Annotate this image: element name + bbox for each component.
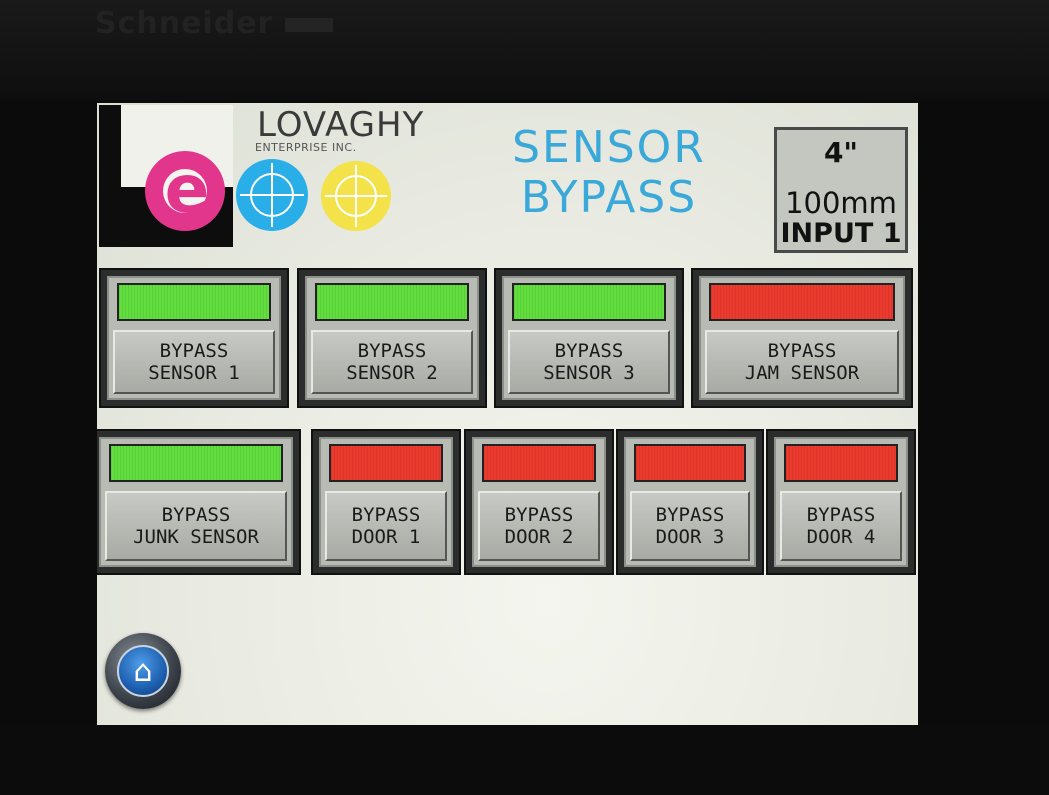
logo-blue-circle [236,159,308,231]
device-brand: Schneider [95,6,274,41]
size-info-box: 4" 100mm INPUT 1 [774,127,908,253]
device-bezel-top: Schneider [0,0,1049,100]
bypass-door-2-button[interactable]: BYPASS DOOR 2 [478,491,600,561]
page-title-line1: SENSOR [512,122,706,173]
bypass-door-3-button[interactable]: BYPASS DOOR 3 [630,491,750,561]
bypass-door-4-panel: BYPASS DOOR 4 [766,429,916,575]
status-indicator-sensor-3 [512,283,666,321]
hmi-screen: e LOVAGHY ENTERPRISE INC. SENSOR BYPASS … [97,103,918,725]
logo-letter: e [164,151,210,228]
input-label: INPUT 1 [780,218,902,249]
status-indicator-door-1 [329,444,443,482]
bypass-door-2-panel: BYPASS DOOR 2 [464,429,614,575]
logo-company-subtitle: ENTERPRISE INC. [255,141,357,154]
status-indicator-door-4 [784,444,898,482]
bypass-sensor-2-panel: BYPASS SENSOR 2 [297,268,487,408]
status-indicator-sensor-2 [315,283,469,321]
status-indicator-door-2 [482,444,596,482]
size-inches: 4" [823,136,859,169]
bypass-door-1-button[interactable]: BYPASS DOOR 1 [325,491,447,561]
logo-yellow-circle [321,161,391,231]
bypass-door-4-button[interactable]: BYPASS DOOR 4 [780,491,902,561]
bypass-junk-sensor-button[interactable]: BYPASS JUNK SENSOR [105,491,287,561]
bypass-jam-sensor-panel: BYPASS JAM SENSOR [691,268,913,408]
bypass-sensor-1-button[interactable]: BYPASS SENSOR 1 [113,330,275,394]
brand-mark [285,18,333,32]
status-indicator-jam-sensor [709,283,895,321]
status-indicator-junk-sensor [109,444,283,482]
bypass-sensor-3-panel: BYPASS SENSOR 3 [494,268,684,408]
bypass-door-1-panel: BYPASS DOOR 1 [311,429,461,575]
bypass-jam-sensor-button[interactable]: BYPASS JAM SENSOR [705,330,899,394]
home-button[interactable]: ⌂ [105,633,181,709]
device-bezel-bottom [0,725,1049,795]
home-icon: ⌂ [133,654,153,689]
logo-company-name: LOVAGHY [257,105,425,145]
status-indicator-door-3 [634,444,746,482]
bypass-sensor-2-button[interactable]: BYPASS SENSOR 2 [311,330,473,394]
page-title-line2: BYPASS [520,172,698,223]
size-metric: 100mm [785,186,897,220]
bypass-junk-sensor-panel: BYPASS JUNK SENSOR [97,429,301,575]
home-button-core: ⌂ [117,645,169,697]
status-indicator-sensor-1 [117,283,271,321]
bypass-sensor-3-button[interactable]: BYPASS SENSOR 3 [508,330,670,394]
page-title: SENSOR BYPASS [489,123,729,223]
bypass-door-3-panel: BYPASS DOOR 3 [616,429,764,575]
bypass-sensor-1-panel: BYPASS SENSOR 1 [99,268,289,408]
